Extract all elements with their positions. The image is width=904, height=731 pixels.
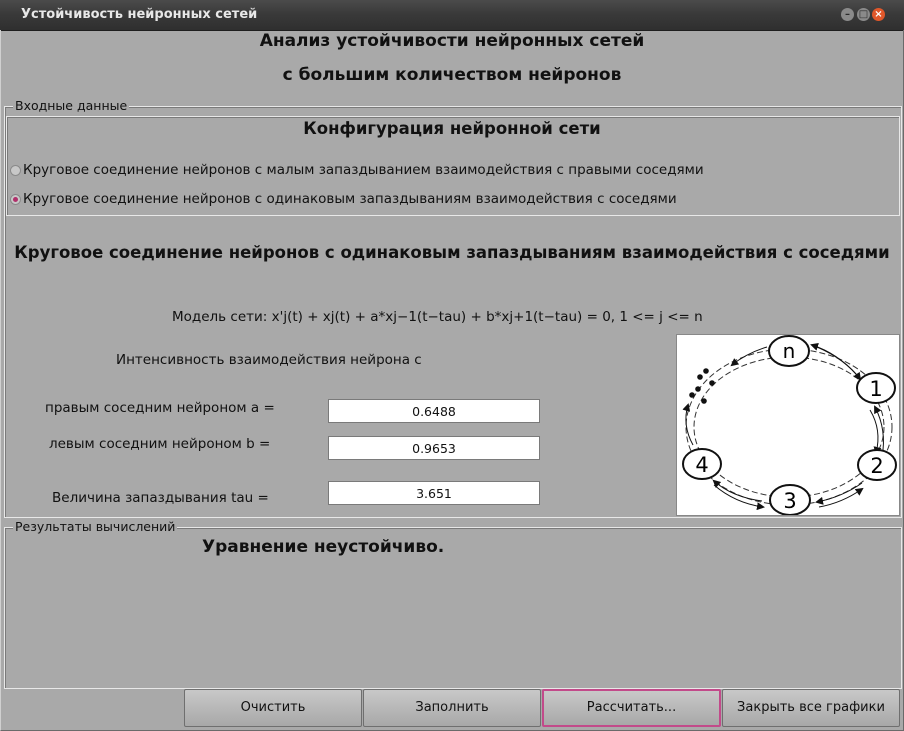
header-title-line2: с большим количеством нейронов xyxy=(282,65,622,85)
ellipsis-dot xyxy=(695,386,701,392)
intensity-label: Интенсивность взаимодействия нейрона с xyxy=(116,352,422,368)
result-text: Уравнение неустойчиво. xyxy=(202,537,445,557)
input-data-legend: Входные данные xyxy=(13,98,130,113)
model-equation: Модель сети: x'j(t) + xj(t) + a*xj−1(t−t… xyxy=(172,309,703,325)
a-label: правым соседним нейроном a = xyxy=(45,400,275,416)
results-group xyxy=(4,527,902,689)
config-title: Конфигурация нейронной сети xyxy=(303,119,601,138)
ellipsis-dot xyxy=(701,398,707,404)
ellipsis-dot xyxy=(703,368,709,374)
radio-label: Круговое соединение нейронов с одинаковы… xyxy=(23,191,677,207)
tau-input[interactable] xyxy=(328,481,540,505)
ellipsis-dot xyxy=(689,392,695,398)
node-n: n xyxy=(768,335,810,367)
clear-button[interactable]: Очистить xyxy=(184,689,362,727)
compute-button[interactable]: Рассчитать... xyxy=(542,689,721,727)
fill-button[interactable]: Заполнить xyxy=(363,689,541,727)
svg-text:3: 3 xyxy=(783,489,796,513)
neuron-ring-diagram: n 1 2 3 4 xyxy=(676,334,900,516)
selected-config-title: Круговое соединение нейронов с одинаковы… xyxy=(14,243,890,262)
node-2: 2 xyxy=(857,449,897,481)
ring-svg: n 1 2 3 4 xyxy=(682,335,897,515)
node-4: 4 xyxy=(682,448,722,480)
title-bar[interactable]: Устойчивость нейронных сетей – □ × xyxy=(0,0,904,31)
svg-text:2: 2 xyxy=(870,454,883,478)
ellipsis-dot xyxy=(697,374,703,380)
node-3: 3 xyxy=(769,484,811,515)
radio-label: Круговое соединение нейронов с малым зап… xyxy=(23,162,704,178)
a-input[interactable] xyxy=(328,399,540,423)
b-input[interactable] xyxy=(328,436,540,460)
ellipsis-dot xyxy=(709,380,715,386)
tau-label: Величина запаздывания tau = xyxy=(52,490,269,506)
close-all-graphs-button[interactable]: Закрыть все графики xyxy=(722,689,900,727)
radio-option-equal-delay[interactable]: Круговое соединение нейронов с одинаковы… xyxy=(10,191,677,207)
radio-button[interactable] xyxy=(10,164,21,176)
header-title-line1: Анализ устойчивости нейронных сетей xyxy=(259,31,645,51)
b-label: левым соседним нейроном b = xyxy=(49,436,271,452)
ring-inner xyxy=(693,356,885,498)
node-1: 1 xyxy=(856,372,896,404)
radio-button-selected[interactable] xyxy=(10,193,21,205)
radio-option-small-delay[interactable]: Круговое соединение нейронов с малым зап… xyxy=(10,162,704,178)
results-legend: Результаты вычислений xyxy=(13,519,178,534)
svg-text:4: 4 xyxy=(695,453,708,477)
close-icon[interactable]: × xyxy=(872,8,885,21)
ring-outer xyxy=(685,348,893,506)
minimize-icon[interactable]: – xyxy=(841,8,854,21)
svg-text:1: 1 xyxy=(869,377,882,401)
window-title: Устойчивость нейронных сетей xyxy=(21,7,258,22)
svg-text:n: n xyxy=(783,339,796,363)
maximize-icon[interactable]: □ xyxy=(857,8,870,21)
